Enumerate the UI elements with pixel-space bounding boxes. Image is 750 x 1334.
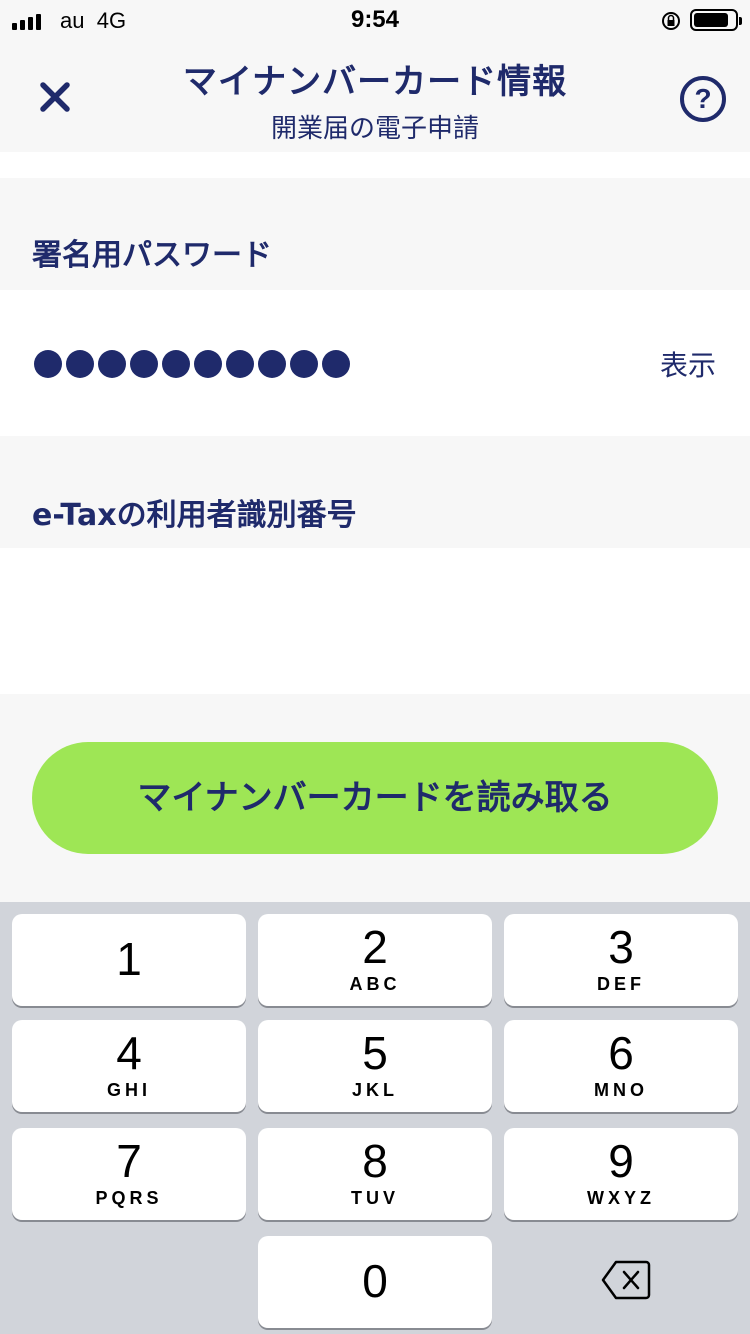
backspace-icon[interactable] <box>600 1258 652 1302</box>
key-digit: 8 <box>362 1135 388 1187</box>
key-9[interactable]: 9 WXYZ <box>504 1128 738 1220</box>
password-dot <box>194 350 222 378</box>
masked-password <box>34 350 350 378</box>
key-2[interactable]: 2 ABC <box>258 914 492 1006</box>
password-dot <box>322 350 350 378</box>
password-label: 署名用パスワード <box>32 238 272 273</box>
nav-header: マイナンバーカード情報 開業届の電子申請 ? <box>0 40 750 152</box>
key-digit: 4 <box>116 1027 142 1079</box>
key-3[interactable]: 3 DEF <box>504 914 738 1006</box>
page-title: マイナンバーカード情報 <box>182 62 568 102</box>
key-letters: WXYZ <box>587 1188 655 1208</box>
numeric-keypad: 1 2 ABC 3 DEF 4 GHI 5 JKL 6 MNO 7 PQRS 8 TUV 9 WXYZ 0 <box>0 902 750 1334</box>
read-mynumber-card-button[interactable]: マイナンバーカードを読み取る <box>32 742 718 854</box>
key-letters: DEF <box>597 974 645 994</box>
password-dot <box>226 350 254 378</box>
key-digit: 9 <box>608 1135 634 1187</box>
battery-icon <box>690 9 742 31</box>
page-subtitle: 開業届の電子申請 <box>270 114 479 144</box>
rotation-lock-icon <box>662 12 680 30</box>
key-digit: 2 <box>362 921 388 973</box>
key-5[interactable]: 5 JKL <box>258 1020 492 1112</box>
key-letters: ABC <box>349 974 401 994</box>
etax-id-input[interactable] <box>0 548 750 694</box>
help-icon[interactable]: ? <box>680 76 726 122</box>
key-letters: TUV <box>351 1188 399 1208</box>
key-letters: GHI <box>106 1080 151 1100</box>
key-letters: PQRS <box>95 1188 163 1208</box>
key-letters: JKL <box>351 1080 398 1100</box>
key-8[interactable]: 8 TUV <box>258 1128 492 1220</box>
status-time: 9:54 <box>350 6 400 33</box>
key-letters: MNO <box>594 1080 648 1100</box>
status-bar: au 4G 9:54 <box>0 0 750 40</box>
password-dot <box>34 350 62 378</box>
key-digit: 6 <box>608 1027 634 1079</box>
key-7[interactable]: 7 PQRS <box>12 1128 246 1220</box>
password-dot <box>162 350 190 378</box>
key-6[interactable]: 6 MNO <box>504 1020 738 1112</box>
password-dot <box>130 350 158 378</box>
key-digit: 1 <box>116 933 142 985</box>
key-4[interactable]: 4 GHI <box>12 1020 246 1112</box>
password-dot <box>98 350 126 378</box>
password-dot <box>258 350 286 378</box>
password-field[interactable]: 表示 <box>0 290 750 436</box>
key-1[interactable]: 1 <box>12 914 246 1006</box>
key-digit: 0 <box>362 1255 388 1307</box>
key-digit: 3 <box>608 921 634 973</box>
header-divider-strip <box>0 152 750 178</box>
password-dot <box>66 350 94 378</box>
password-dot <box>290 350 318 378</box>
key-0[interactable]: 0 <box>258 1236 492 1328</box>
key-digit: 5 <box>362 1027 388 1079</box>
show-password-button[interactable]: 表示 <box>660 344 716 384</box>
key-digit: 7 <box>116 1135 142 1187</box>
etax-label: e-Taxの利用者識別番号 <box>32 498 357 533</box>
